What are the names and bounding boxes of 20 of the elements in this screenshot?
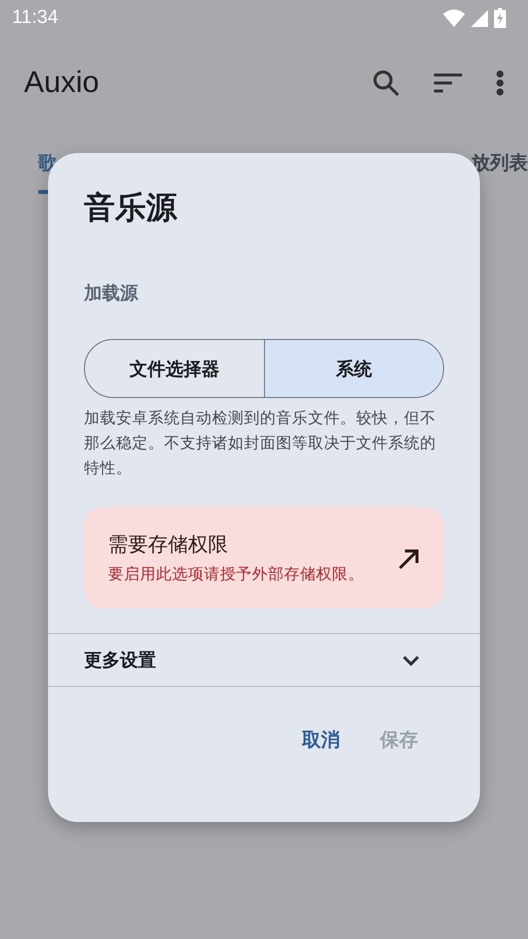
search-icon[interactable] xyxy=(372,69,400,97)
permission-card[interactable]: 需要存储权限 要启用此选项请授予外部存储权限。 xyxy=(84,507,444,608)
card-title: 需要存储权限 xyxy=(108,531,229,558)
more-icon[interactable] xyxy=(496,70,504,96)
more-settings-row[interactable]: 更多设置 xyxy=(48,634,480,686)
wifi-icon xyxy=(443,9,465,27)
section-label: 加载源 xyxy=(84,282,140,305)
segment-option[interactable]: 文件选择器 xyxy=(85,340,264,397)
sort-icon[interactable] xyxy=(434,73,462,93)
dialog-button[interactable]: 取消 xyxy=(302,727,340,753)
card-message: 要启用此选项请授予外部存储权限。 xyxy=(108,564,365,585)
chevron-icon xyxy=(402,654,420,666)
signal-icon xyxy=(471,10,488,26)
status-time: 11:34 xyxy=(12,7,58,29)
battery-icon xyxy=(494,8,506,28)
arrow-icon xyxy=(398,548,420,570)
segment-option[interactable]: 系统 xyxy=(264,340,443,397)
dialog-title: 音乐源 xyxy=(84,189,178,228)
description-text: 加载安卓系统自动检测到的音乐文件。较快，但不那么稳定。不支持诸如封面图等取决于文件系统的特性。 xyxy=(84,408,437,479)
app-title: Auxio xyxy=(24,66,100,100)
